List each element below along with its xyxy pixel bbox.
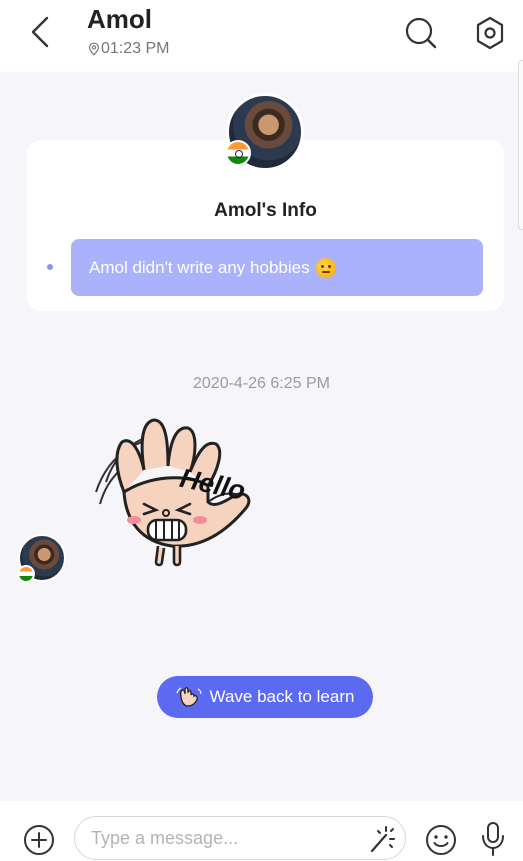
contact-local-time: 01:23 PM	[88, 40, 169, 58]
bullet-dot	[47, 264, 53, 270]
side-drawer-handle[interactable]	[518, 60, 523, 230]
hand-wave-sticker-icon: Hello	[95, 418, 251, 567]
magic-wand-icon	[370, 826, 395, 853]
india-flag-icon	[225, 140, 251, 166]
contact-name[interactable]: Amol	[87, 4, 152, 35]
location-pin-icon	[88, 42, 100, 56]
hello-sticker[interactable]: Hello	[86, 412, 266, 572]
message-timestamp: 2020-4-26 6:25 PM	[193, 375, 330, 392]
message-input[interactable]	[74, 816, 406, 860]
waving-hand-icon	[175, 687, 202, 707]
search-button[interactable]	[402, 14, 440, 52]
back-button[interactable]	[22, 12, 58, 52]
microphone-icon	[482, 822, 504, 856]
settings-button[interactable]	[472, 14, 508, 52]
emoji-button[interactable]	[424, 823, 458, 857]
plus-circle-icon	[24, 825, 54, 855]
local-time-text: 01:23 PM	[101, 40, 170, 57]
chat-header	[0, 0, 523, 72]
smiley-face-icon	[426, 825, 456, 855]
info-card-title: Amol's Info	[214, 200, 317, 221]
hobby-text: Amol didn't write any hobbies	[89, 257, 310, 277]
settings-icon	[476, 16, 504, 50]
wave-back-label: Wave back to learn	[209, 687, 355, 706]
attach-button[interactable]	[22, 823, 56, 857]
voice-message-button[interactable]	[478, 820, 508, 858]
chevron-left-icon	[31, 16, 49, 48]
wave-back-button[interactable]: Wave back to learn	[157, 676, 373, 718]
hobby-message: Amol didn't write any hobbies	[71, 239, 483, 296]
magic-wand-button[interactable]	[364, 823, 398, 857]
india-flag-icon	[17, 565, 35, 583]
search-icon	[405, 17, 437, 49]
thinking-emoji-icon	[315, 257, 336, 278]
